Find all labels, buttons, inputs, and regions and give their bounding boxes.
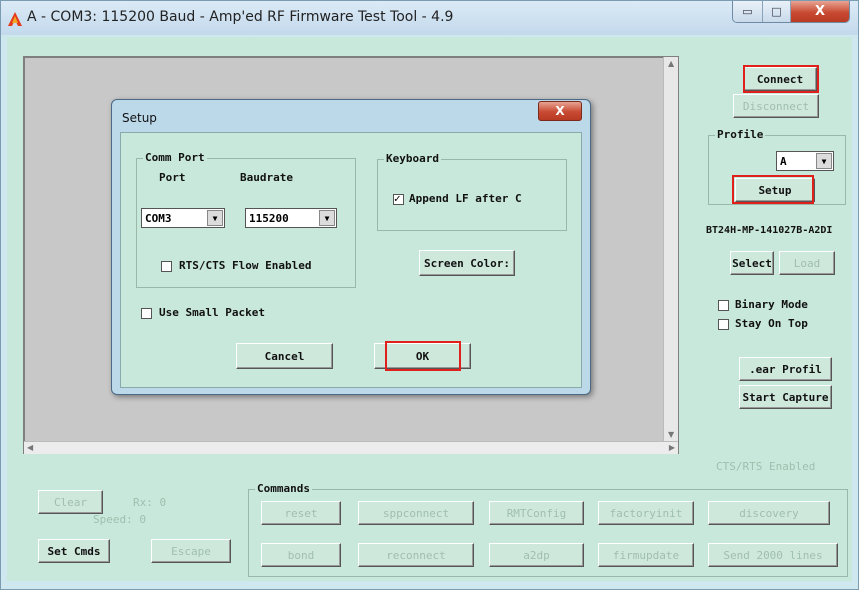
cmd-firmupdate-button[interactable]: firmupdate: [598, 543, 694, 567]
cmd-sppconnect-button[interactable]: sppconnect: [358, 501, 474, 525]
use-small-packet-label: Use Small Packet: [159, 306, 265, 319]
start-capture-button[interactable]: Start Capture: [739, 385, 832, 409]
baudrate-value: 115200: [249, 211, 289, 225]
app-logo-icon: [8, 12, 22, 26]
use-small-packet-checkbox[interactable]: [141, 308, 152, 319]
setup-dialog: Setup X Comm Port Port Baudrate COM3 ▼ 1…: [111, 99, 591, 395]
comm-port-title: Comm Port: [143, 151, 207, 164]
vertical-scrollbar[interactable]: ▲ ▼: [663, 57, 678, 441]
keyboard-title: Keyboard: [384, 152, 441, 165]
screen-color-button[interactable]: Screen Color:: [419, 250, 515, 276]
rts-cts-label: RTS/CTS Flow Enabled: [179, 259, 312, 272]
app-window: A - COM3: 115200 Baud - Amp'ed RF Firmwa…: [0, 0, 859, 590]
cts-status-label: CTS/RTS Enabled: [716, 460, 816, 473]
horizontal-scrollbar[interactable]: ◀ ▶: [24, 441, 678, 454]
escape-button[interactable]: Escape: [151, 539, 231, 563]
speed-counter: Speed: 0: [93, 513, 146, 526]
connect-button[interactable]: Connect: [743, 67, 817, 91]
cmd-rmtconfig-button[interactable]: RMTConfig: [489, 501, 584, 525]
cmd-send-2000-lines-button[interactable]: Send 2000 lines: [708, 543, 838, 567]
scroll-left-icon[interactable]: ◀: [27, 443, 33, 452]
select-button[interactable]: Select: [730, 251, 774, 275]
load-button[interactable]: Load: [779, 251, 835, 275]
profile-select[interactable]: A ▼: [776, 151, 834, 171]
append-lf-label: Append LF after C: [409, 192, 522, 205]
stay-on-top-checkbox[interactable]: [718, 319, 729, 330]
cmd-bond-button[interactable]: bond: [261, 543, 341, 567]
scroll-right-icon[interactable]: ▶: [669, 443, 675, 452]
cancel-button[interactable]: Cancel: [236, 343, 333, 369]
cmd-factoryinit-button[interactable]: factoryinit: [598, 501, 694, 525]
baudrate-label: Baudrate: [240, 171, 293, 184]
port-label: Port: [159, 171, 186, 184]
cmd-discovery-button[interactable]: discovery: [708, 501, 830, 525]
window-controls: ▭ □ X: [732, 1, 850, 23]
rts-cts-checkbox[interactable]: [161, 261, 172, 272]
maximize-button[interactable]: □: [763, 1, 791, 22]
cmd-reconnect-button[interactable]: reconnect: [358, 543, 474, 567]
set-cmds-button[interactable]: Set Cmds: [38, 539, 110, 563]
title-bar[interactable]: A - COM3: 115200 Baud - Amp'ed RF Firmwa…: [1, 1, 858, 35]
disconnect-button[interactable]: Disconnect: [733, 94, 819, 118]
cmd-reset-button[interactable]: reset: [261, 501, 341, 525]
port-value: COM3: [145, 211, 172, 225]
clear-profile-button[interactable]: .ear Profil: [739, 357, 832, 381]
append-lf-checkbox[interactable]: [393, 192, 404, 205]
scroll-down-icon[interactable]: ▼: [668, 430, 674, 439]
stay-on-top-label: Stay On Top: [735, 317, 808, 330]
dialog-close-button[interactable]: X: [538, 101, 582, 121]
clear-button[interactable]: Clear: [38, 490, 103, 514]
profile-group-title: Profile: [715, 128, 766, 141]
rx-counter: Rx: 0: [133, 496, 167, 509]
binary-mode-checkbox[interactable]: [718, 300, 729, 311]
scroll-up-icon[interactable]: ▲: [668, 59, 674, 68]
chevron-down-icon[interactable]: ▼: [207, 210, 223, 226]
chevron-down-icon[interactable]: ▼: [816, 153, 832, 169]
ok-button[interactable]: OK: [374, 343, 471, 369]
chevron-down-icon[interactable]: ▼: [319, 210, 335, 226]
cmd-a2dp-button[interactable]: a2dp: [489, 543, 584, 567]
setup-button[interactable]: Setup: [735, 178, 815, 202]
dialog-body: Comm Port Port Baudrate COM3 ▼ 115200 ▼ …: [120, 132, 582, 388]
window-title: A - COM3: 115200 Baud - Amp'ed RF Firmwa…: [27, 9, 454, 25]
minimize-button[interactable]: ▭: [733, 1, 763, 22]
close-button[interactable]: X: [791, 1, 849, 22]
port-select[interactable]: COM3 ▼: [141, 208, 225, 228]
device-name-label: BT24H-MP-141027B-A2DI: [706, 225, 833, 236]
baudrate-select[interactable]: 115200 ▼: [245, 208, 337, 228]
binary-mode-label: Binary Mode: [735, 298, 808, 311]
profile-value: A: [780, 154, 787, 168]
dialog-title: Setup: [122, 111, 157, 125]
commands-group-title: Commands: [255, 482, 312, 495]
